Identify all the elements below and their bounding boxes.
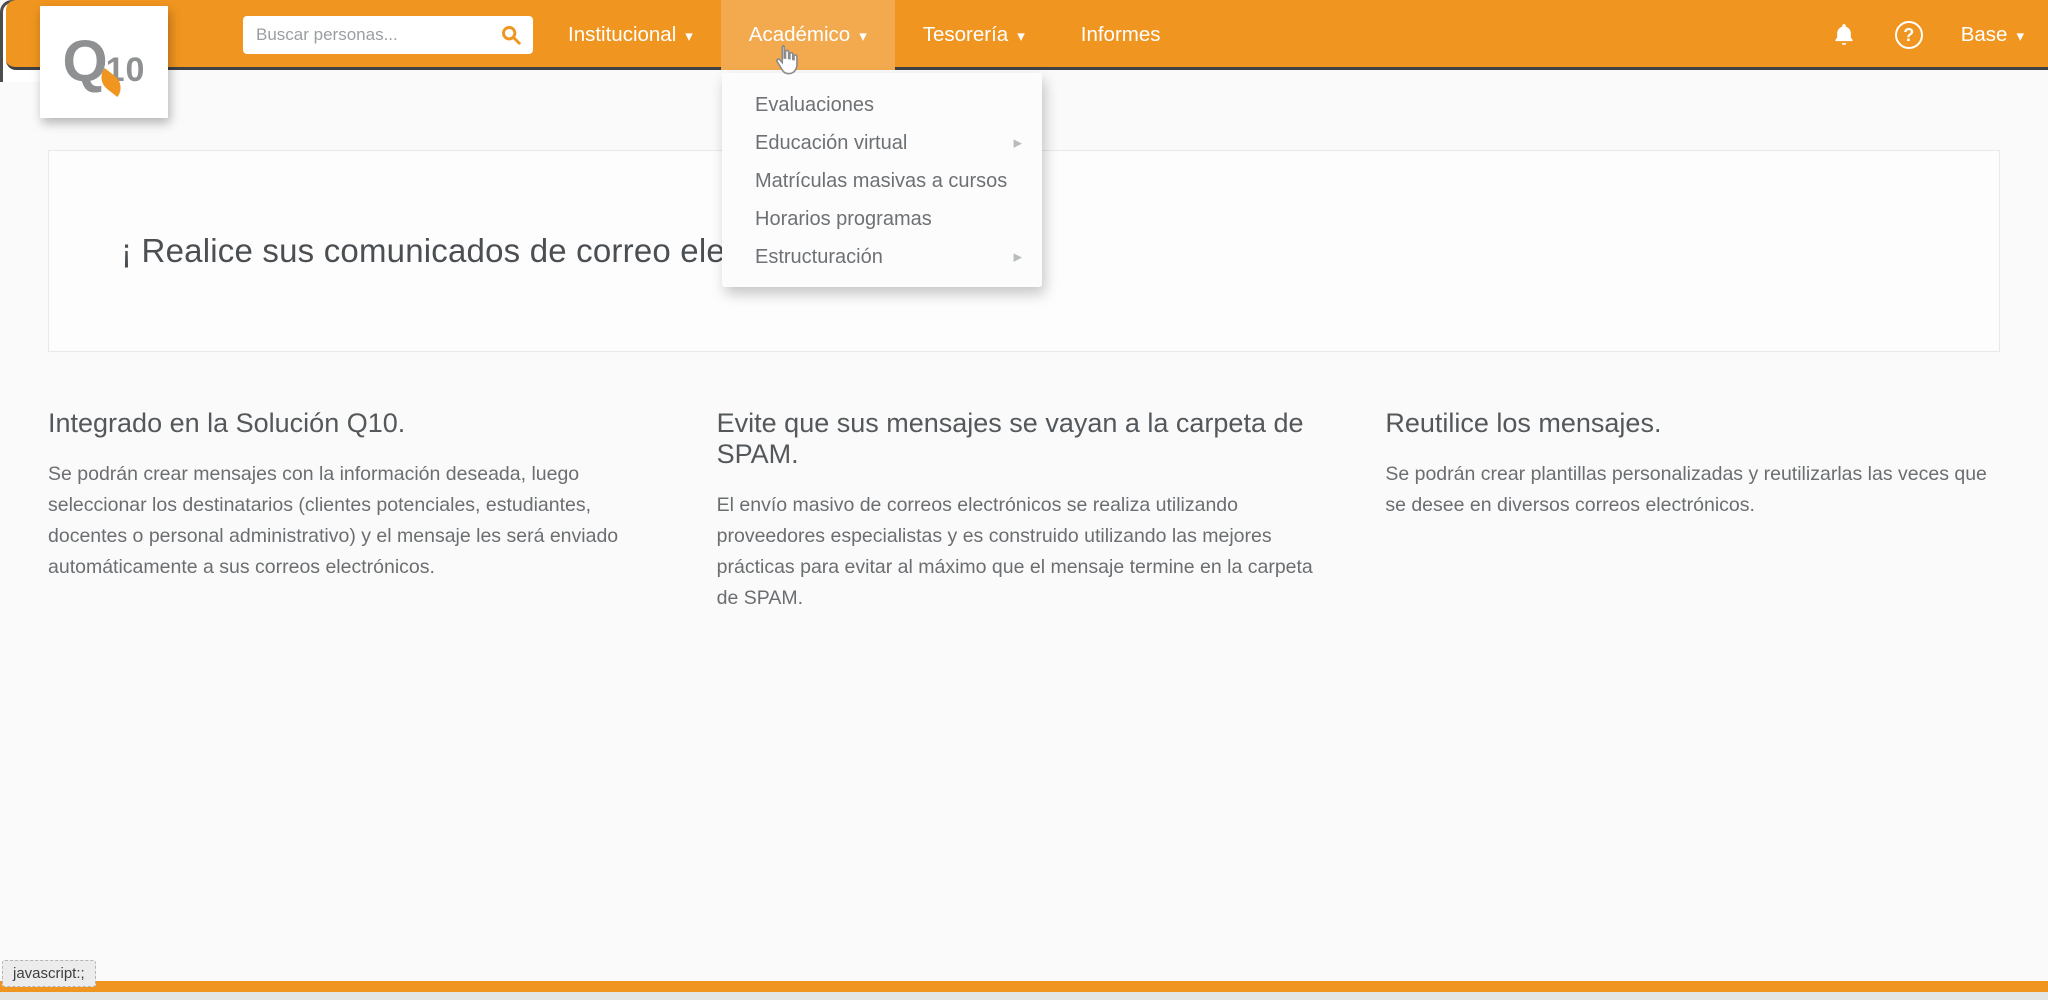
menu-item-evaluaciones[interactable]: Evaluaciones xyxy=(722,86,1042,124)
q10-logo[interactable]: Q10 xyxy=(40,6,168,118)
footer-bottom-strip xyxy=(0,992,2048,1000)
nav-label: Académico xyxy=(748,23,851,46)
menu-item-educacion-virtual[interactable]: Educación virtual ▸ xyxy=(722,124,1042,162)
caret-down-icon: ▾ xyxy=(2016,27,2024,45)
menu-item-label: Horarios programas xyxy=(755,207,932,230)
search-icon xyxy=(500,24,522,46)
feature-heading: Evite que sus mensajes se vayan a la car… xyxy=(716,408,1304,469)
link-status-tooltip: javascript:; xyxy=(2,960,96,987)
feature-body: Se podrán crear plantillas personalizada… xyxy=(1385,463,1987,516)
caret-right-icon: ▸ xyxy=(1013,133,1022,152)
q10-logo-mark: Q10 xyxy=(63,33,146,98)
menu-item-label: Matrículas masivas a cursos xyxy=(755,169,1008,192)
help-icon: ? xyxy=(1894,21,1923,49)
app-window: Institucional ▾ Académico ▾ Tesorería ▾ … xyxy=(0,0,2048,1000)
nav-item-academico[interactable]: Académico ▾ xyxy=(720,0,895,70)
menu-item-horarios-programas[interactable]: Horarios programas xyxy=(722,200,1042,238)
caret-down-icon: ▾ xyxy=(859,27,867,45)
feature-body: El envío masivo de correos electrónicos … xyxy=(716,494,1313,609)
menu-item-estructuracion[interactable]: Estructuración ▸ xyxy=(722,238,1042,276)
nav-item-tesoreria[interactable]: Tesorería ▾ xyxy=(895,0,1053,70)
user-menu-label: Base xyxy=(1960,23,2008,46)
navbar-right-cluster: ? Base ▾ xyxy=(1831,0,2024,70)
nav-item-informes[interactable]: Informes xyxy=(1053,0,1189,70)
nav-label: Institucional xyxy=(568,23,677,46)
logo-letter-q: Q xyxy=(62,29,108,94)
feature-column-reutilice: Reutilice los mensajes. Se podrán crear … xyxy=(1385,408,2000,614)
menu-item-label: Educación virtual xyxy=(755,131,908,154)
feature-column-spam: Evite que sus mensajes se vayan a la car… xyxy=(717,408,1332,614)
feature-columns: Integrado en la Solución Q10. Se podrán … xyxy=(48,408,2000,614)
bell-icon xyxy=(1831,21,1857,49)
nav-label: Tesorería xyxy=(922,23,1009,46)
footer-accent-bar xyxy=(0,981,2048,992)
help-button[interactable]: ? xyxy=(1894,21,1923,49)
feature-body: Se podrán crear mensajes con la informac… xyxy=(48,463,619,578)
search-button[interactable] xyxy=(489,16,533,54)
feature-heading: Integrado en la Solución Q10. xyxy=(48,408,406,438)
caret-right-icon: ▸ xyxy=(1013,247,1022,266)
main-nav: Institucional ▾ Académico ▾ Tesorería ▾ … xyxy=(540,0,1189,70)
banner-heading: ¡ Realice sus comunicados de correo ele xyxy=(121,232,725,269)
menu-item-label: Evaluaciones xyxy=(755,93,874,116)
feature-heading: Reutilice los mensajes. xyxy=(1385,408,1662,438)
notifications-button[interactable] xyxy=(1831,21,1857,49)
search-input[interactable] xyxy=(243,25,489,45)
user-menu-base[interactable]: Base ▾ xyxy=(1961,23,2024,47)
nav-label: Informes xyxy=(1080,23,1161,46)
top-navbar: Institucional ▾ Académico ▾ Tesorería ▾ … xyxy=(6,0,2048,70)
caret-down-icon: ▾ xyxy=(1017,27,1025,45)
nav-item-institucional[interactable]: Institucional ▾ xyxy=(540,0,721,70)
caret-down-icon: ▾ xyxy=(685,27,693,45)
menu-item-label: Estructuración xyxy=(755,245,883,268)
feature-column-integrado: Integrado en la Solución Q10. Se podrán … xyxy=(48,408,663,614)
menu-item-matriculas-masivas[interactable]: Matrículas masivas a cursos xyxy=(722,162,1042,200)
academico-dropdown-menu: Evaluaciones Educación virtual ▸ Matrícu… xyxy=(722,73,1042,287)
search-box xyxy=(243,16,533,54)
